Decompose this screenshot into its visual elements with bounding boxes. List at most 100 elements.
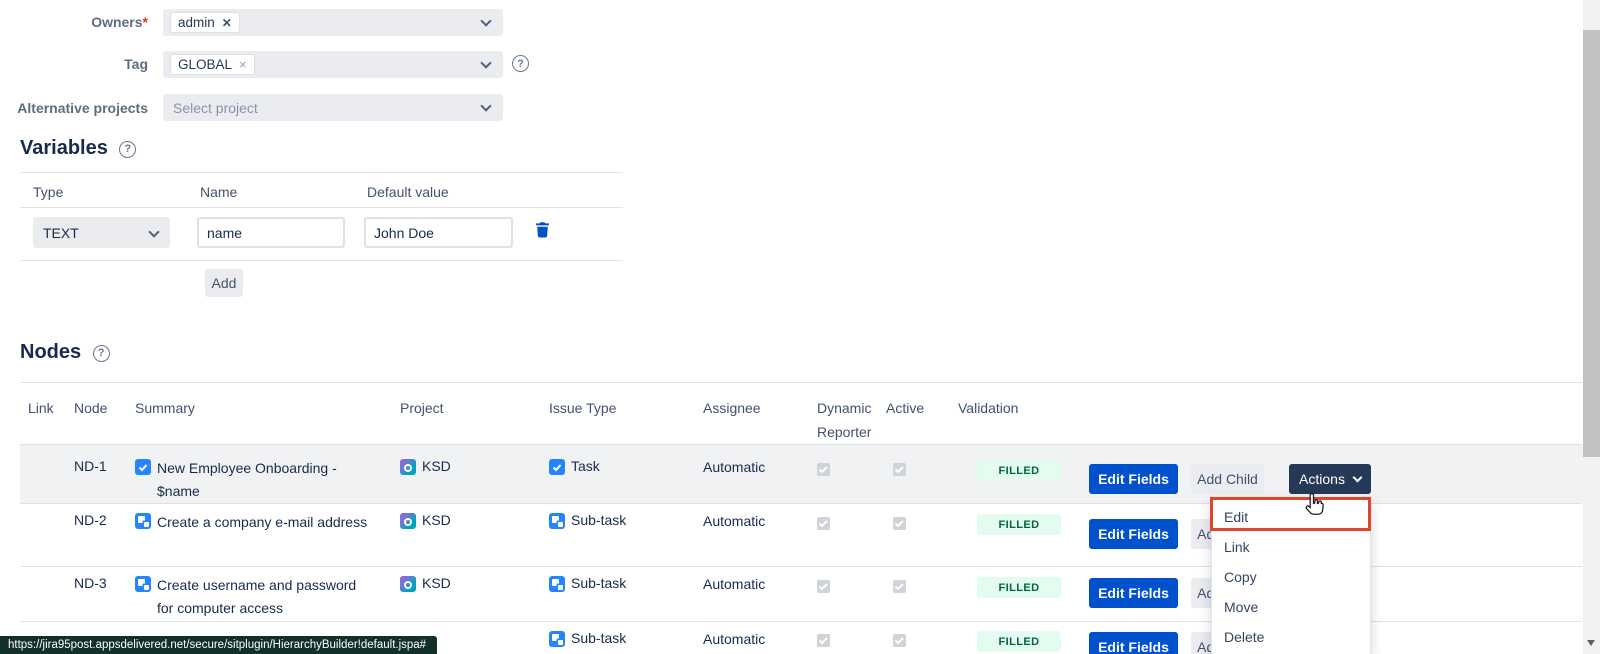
- chevron-down-icon: [480, 15, 491, 26]
- scrollbar: [1583, 0, 1600, 654]
- column-header-issue-type: Issue Type: [549, 400, 616, 416]
- active-checkbox: [893, 517, 906, 530]
- node-link[interactable]: ND-2: [74, 512, 107, 528]
- issue-type-label: Sub-task: [571, 630, 626, 646]
- subtask-icon: [135, 513, 151, 529]
- column-header-active: Active: [886, 400, 924, 416]
- nodes-title: Nodes: [20, 341, 81, 364]
- assignee-label: Automatic: [703, 459, 765, 475]
- divider: [20, 172, 623, 173]
- subtask-type-icon: [549, 631, 565, 647]
- project-avatar-icon: [400, 513, 416, 529]
- assignee-label: Automatic: [703, 631, 765, 647]
- alternative-projects-select[interactable]: Select project: [163, 94, 503, 121]
- project-link[interactable]: KSD: [422, 458, 451, 474]
- variable-type-value: TEXT: [43, 225, 79, 241]
- status-bar-url: https://jira95post.appsdelivered.net/sec…: [0, 636, 437, 654]
- add-variable-button[interactable]: Add: [205, 269, 243, 297]
- nodes-header: Nodes ?: [20, 341, 110, 364]
- dynamic-reporter-checkbox: [817, 463, 830, 476]
- edit-fields-button[interactable]: Edit Fields: [1089, 632, 1178, 654]
- scrollbar-down-arrow[interactable]: [1587, 640, 1595, 646]
- page: Owners* admin ✕ Tag GLOBAL × ? Alternati…: [0, 0, 1600, 654]
- divider: [20, 207, 623, 208]
- help-icon[interactable]: ?: [93, 345, 110, 362]
- column-header-type: Type: [33, 184, 63, 200]
- summary-link[interactable]: Create a company e-mail address: [157, 511, 372, 534]
- remove-icon[interactable]: ×: [239, 57, 247, 72]
- tag-chip: GLOBAL ×: [170, 54, 255, 75]
- delete-variable-button[interactable]: [534, 221, 551, 243]
- edit-fields-button[interactable]: Edit Fields: [1089, 578, 1178, 608]
- chevron-down-icon: [480, 57, 491, 68]
- subtask-type-icon: [549, 513, 565, 529]
- summary-link[interactable]: Create username and password for compute…: [157, 574, 372, 620]
- trash-icon: [534, 221, 551, 238]
- assignee-label: Automatic: [703, 513, 765, 529]
- alternative-projects-label: Alternative projects: [0, 100, 148, 116]
- project-link[interactable]: KSD: [422, 575, 451, 591]
- validation-badge: FILLED: [977, 460, 1061, 481]
- variable-default-input[interactable]: [364, 217, 513, 248]
- issue-type-label: Sub-task: [571, 512, 626, 528]
- remove-icon[interactable]: ✕: [222, 16, 232, 30]
- scrollbar-thumb[interactable]: [1583, 30, 1600, 457]
- help-glyph: ?: [124, 143, 131, 155]
- column-header-validation: Validation: [958, 400, 1018, 416]
- active-checkbox: [893, 580, 906, 593]
- select-placeholder: Select project: [173, 100, 258, 116]
- required-asterisk: *: [143, 14, 148, 30]
- issue-type-label: Task: [571, 458, 600, 474]
- variable-type-select[interactable]: TEXT: [33, 217, 170, 248]
- actions-button-label: Actions: [1299, 471, 1345, 487]
- subtask-type-icon: [549, 576, 565, 592]
- column-header-node: Node: [74, 400, 107, 416]
- column-header-assignee: Assignee: [703, 400, 761, 416]
- chevron-down-icon: [1353, 472, 1363, 482]
- help-icon[interactable]: ?: [512, 55, 529, 72]
- task-type-icon: [549, 459, 565, 475]
- assignee-label: Automatic: [703, 576, 765, 592]
- column-header-summary: Summary: [135, 400, 195, 416]
- task-icon: [135, 459, 151, 475]
- dynamic-reporter-checkbox: [817, 517, 830, 530]
- add-child-button[interactable]: Add Child: [1191, 464, 1264, 494]
- tag-chip-label: GLOBAL: [178, 57, 232, 72]
- active-checkbox: [893, 463, 906, 476]
- active-checkbox: [893, 634, 906, 647]
- help-glyph: ?: [98, 347, 105, 359]
- variables-title: Variables: [20, 137, 108, 160]
- column-header-dynamic-reporter: Dynamic: [817, 400, 871, 416]
- column-header-project: Project: [400, 400, 444, 416]
- column-header-default-value: Default value: [367, 184, 449, 200]
- divider: [20, 260, 623, 261]
- column-header-name: Name: [200, 184, 237, 200]
- menu-item-copy[interactable]: Copy: [1212, 562, 1370, 592]
- cursor-icon: [1301, 492, 1326, 524]
- owners-select[interactable]: admin ✕: [163, 9, 503, 36]
- chevron-down-icon: [148, 226, 159, 237]
- column-header-link: Link: [28, 400, 54, 416]
- owners-label: Owners*: [0, 14, 148, 30]
- summary-link[interactable]: New Employee Onboarding - $name: [157, 457, 372, 503]
- subtask-icon: [135, 576, 151, 592]
- tag-select[interactable]: GLOBAL ×: [163, 51, 503, 78]
- tag-label: Tag: [0, 56, 148, 72]
- edit-fields-button[interactable]: Edit Fields: [1089, 464, 1178, 494]
- actions-button[interactable]: Actions: [1289, 464, 1371, 494]
- menu-item-delete[interactable]: Delete: [1212, 622, 1370, 652]
- chevron-down-icon: [480, 100, 491, 111]
- validation-badge: FILLED: [977, 577, 1061, 598]
- edit-fields-button[interactable]: Edit Fields: [1089, 519, 1178, 549]
- dynamic-reporter-checkbox: [817, 580, 830, 593]
- help-icon[interactable]: ?: [119, 141, 136, 158]
- menu-item-move[interactable]: Move: [1212, 592, 1370, 622]
- node-link[interactable]: ND-3: [74, 575, 107, 591]
- variable-name-input[interactable]: [197, 217, 345, 248]
- help-glyph: ?: [517, 58, 524, 70]
- menu-item-link[interactable]: Link: [1212, 532, 1370, 562]
- divider: [20, 382, 1582, 383]
- node-link[interactable]: ND-1: [74, 458, 107, 474]
- project-link[interactable]: KSD: [422, 512, 451, 528]
- validation-badge: FILLED: [977, 631, 1061, 652]
